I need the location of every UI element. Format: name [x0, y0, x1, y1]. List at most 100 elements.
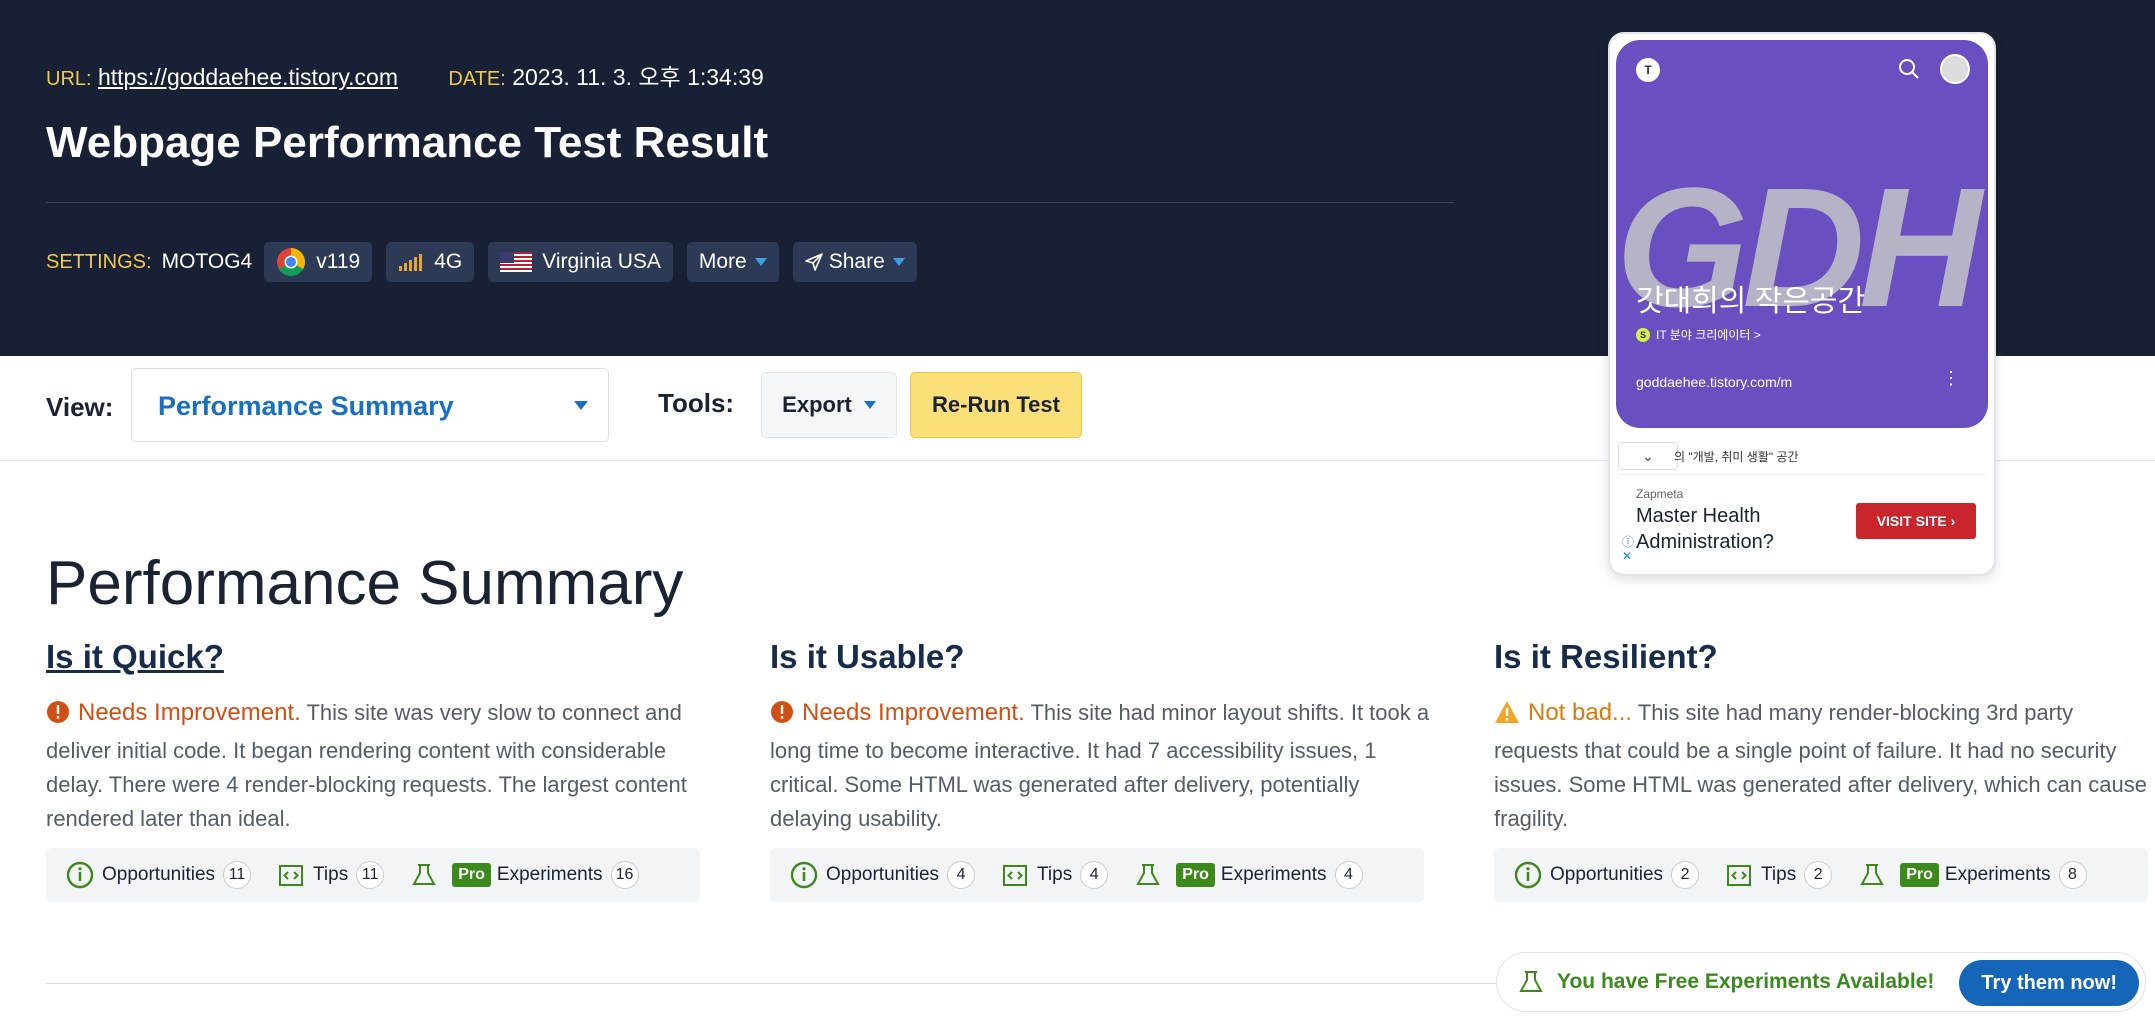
- flask-icon: [1136, 864, 1160, 885]
- opportunities-link[interactable]: Opportunities 4: [790, 861, 976, 889]
- tips-link[interactable]: Tips 2: [1725, 861, 1833, 889]
- page-screenshot-preview[interactable]: T GDH 갓대희의 작은공간 S IT 분야 크리에이터 > goddaehe…: [1608, 32, 1996, 576]
- quick-heading-link[interactable]: Is it Quick?: [46, 638, 706, 676]
- opportunities-label: Opportunities: [1550, 864, 1664, 885]
- experiments-link[interactable]: Pro Experiments 4: [1134, 861, 1363, 889]
- quick-stats: Opportunities 11 Tips 11 Pro Experiments…: [46, 848, 700, 902]
- experiments-label: Experiments: [1220, 864, 1327, 885]
- opportunities-label: Opportunities: [826, 864, 940, 885]
- network-type: 4G: [434, 250, 463, 273]
- tips-link[interactable]: Tips 4: [1001, 861, 1109, 889]
- tested-url-link[interactable]: https://goddaehee.tistory.com: [98, 64, 398, 90]
- url-label: URL:: [46, 68, 92, 90]
- browser-version: v119: [316, 250, 361, 273]
- tips-label: Tips: [1761, 864, 1797, 885]
- opportunities-count: 11: [223, 861, 252, 889]
- tips-link[interactable]: Tips 11: [277, 861, 385, 889]
- resilient-description: Not bad... This site had many render-blo…: [1494, 696, 2154, 836]
- chevron-down-icon: [754, 258, 767, 266]
- tips-count: 11: [356, 861, 385, 889]
- experiments-label: Experiments: [496, 864, 603, 885]
- send-icon: [804, 253, 823, 271]
- opportunities-link[interactable]: Opportunities 11: [66, 861, 252, 889]
- device-name: MOTOG4: [161, 250, 253, 273]
- try-them-now-button[interactable]: Try them now!: [1959, 960, 2139, 1006]
- preview-url: goddaehee.tistory.com/m: [1636, 374, 1793, 390]
- share-dropdown[interactable]: Share: [792, 242, 917, 282]
- ad-brand: Zapmeta: [1636, 487, 1684, 501]
- code-window-icon: [1727, 865, 1752, 886]
- opportunities-count: 4: [947, 861, 976, 889]
- experiments-link[interactable]: Pro Experiments 16: [410, 861, 639, 889]
- header-divider: [46, 202, 1454, 203]
- settings-label: SETTINGS:: [46, 250, 152, 273]
- experiments-count: 8: [2058, 861, 2087, 889]
- experiments-count: 16: [610, 861, 639, 889]
- warning-triangle-icon: [1494, 700, 1520, 734]
- share-label: Share: [828, 250, 885, 273]
- page-title: Webpage Performance Test Result: [46, 118, 769, 167]
- settings-row: SETTINGS: MOTOG4 v119 4G Virginia USA Mo…: [46, 242, 931, 282]
- experiments-link[interactable]: Pro Experiments 8: [1858, 861, 2087, 889]
- tools-label: Tools:: [658, 388, 735, 418]
- info-circle-icon: [66, 861, 94, 889]
- browser-chip: v119: [264, 242, 373, 282]
- tistory-logo-icon: T: [1636, 58, 1660, 82]
- opportunities-label: Opportunities: [102, 864, 216, 885]
- ad-headline: Master Health Administration?: [1636, 503, 1774, 555]
- chevron-down-icon: [863, 401, 876, 409]
- test-location: Virginia USA: [542, 250, 661, 273]
- tips-count: 2: [1804, 861, 1833, 889]
- preview-blog-name: 갓대희의 작은공간: [1636, 285, 1866, 318]
- chevron-down-icon: ⌄: [1618, 442, 1678, 470]
- experiments-count: 4: [1334, 861, 1363, 889]
- alert-circle-icon: [46, 700, 70, 734]
- chevron-down-icon: [574, 401, 588, 410]
- alert-circle-icon: [770, 700, 794, 734]
- usable-heading: Is it Usable?: [770, 638, 965, 675]
- test-meta: URL: https://goddaehee.tistory.com DATE:…: [46, 58, 764, 92]
- resilient-column: Is it Resilient? Not bad... This site ha…: [1494, 638, 2154, 902]
- flask-icon: [412, 864, 436, 885]
- preview-strip-text: 의 "개발, 취미 생활" 공간: [1674, 450, 1799, 464]
- opportunities-link[interactable]: Opportunities 2: [1514, 861, 1700, 889]
- tips-label: Tips: [1037, 864, 1073, 885]
- usable-column: Is it Usable? Needs Improvement. This si…: [770, 638, 1430, 902]
- more-label: More: [698, 250, 747, 273]
- usable-status: Needs Improvement.: [802, 699, 1025, 726]
- view-select[interactable]: Performance Summary: [131, 368, 609, 442]
- network-chip: 4G: [386, 242, 475, 282]
- ad-visit-site-label: VISIT SITE: [1876, 513, 1947, 529]
- rerun-test-button[interactable]: Re-Run Test: [910, 372, 1082, 438]
- tips-label: Tips: [313, 864, 349, 885]
- more-dropdown[interactable]: More: [686, 242, 779, 282]
- more-vertical-icon: ⋮: [1942, 368, 1960, 388]
- resilient-stats: Opportunities 2 Tips 2 Pro Experiments 8: [1494, 848, 2148, 902]
- free-experiments-text: You have Free Experiments Available!: [1557, 970, 1935, 993]
- flask-icon: [1860, 864, 1884, 885]
- view-select-value: Performance Summary: [158, 391, 454, 421]
- location-chip: Virginia USA: [488, 242, 673, 282]
- pro-badge: Pro: [1176, 863, 1215, 887]
- ad-headline-line-1: Master Health: [1636, 505, 1761, 527]
- ad-headline-line-2: Administration?: [1636, 531, 1774, 553]
- test-date: 2023. 11. 3. 오후 1:34:39: [512, 64, 764, 90]
- export-button[interactable]: Export: [761, 372, 897, 438]
- quick-column: Is it Quick? Needs Improvement. This sit…: [46, 638, 706, 902]
- quick-description: Needs Improvement. This site was very sl…: [46, 696, 706, 836]
- avatar: [1940, 54, 1970, 84]
- code-window-icon: [1003, 865, 1028, 886]
- search-icon: [1898, 58, 1920, 85]
- usable-stats: Opportunities 4 Tips 4 Pro Experiments 4: [770, 848, 1424, 902]
- preview-creator-label: IT 분야 크리에이터 >: [1656, 328, 1761, 342]
- usable-description: Needs Improvement. This site had minor l…: [770, 696, 1430, 836]
- tips-count: 4: [1080, 861, 1109, 889]
- section-divider: [46, 983, 1496, 984]
- creator-badge-icon: S: [1636, 327, 1650, 342]
- ad-info-icon: ⓘ ✕: [1622, 535, 1635, 563]
- code-window-icon: [279, 865, 304, 886]
- export-label: Export: [782, 392, 852, 417]
- preview-creator: S IT 분야 크리에이터 >: [1636, 326, 1761, 343]
- preview-ad: Zapmeta Master Health Administration? VI…: [1618, 474, 1986, 567]
- view-label: View:: [46, 392, 114, 422]
